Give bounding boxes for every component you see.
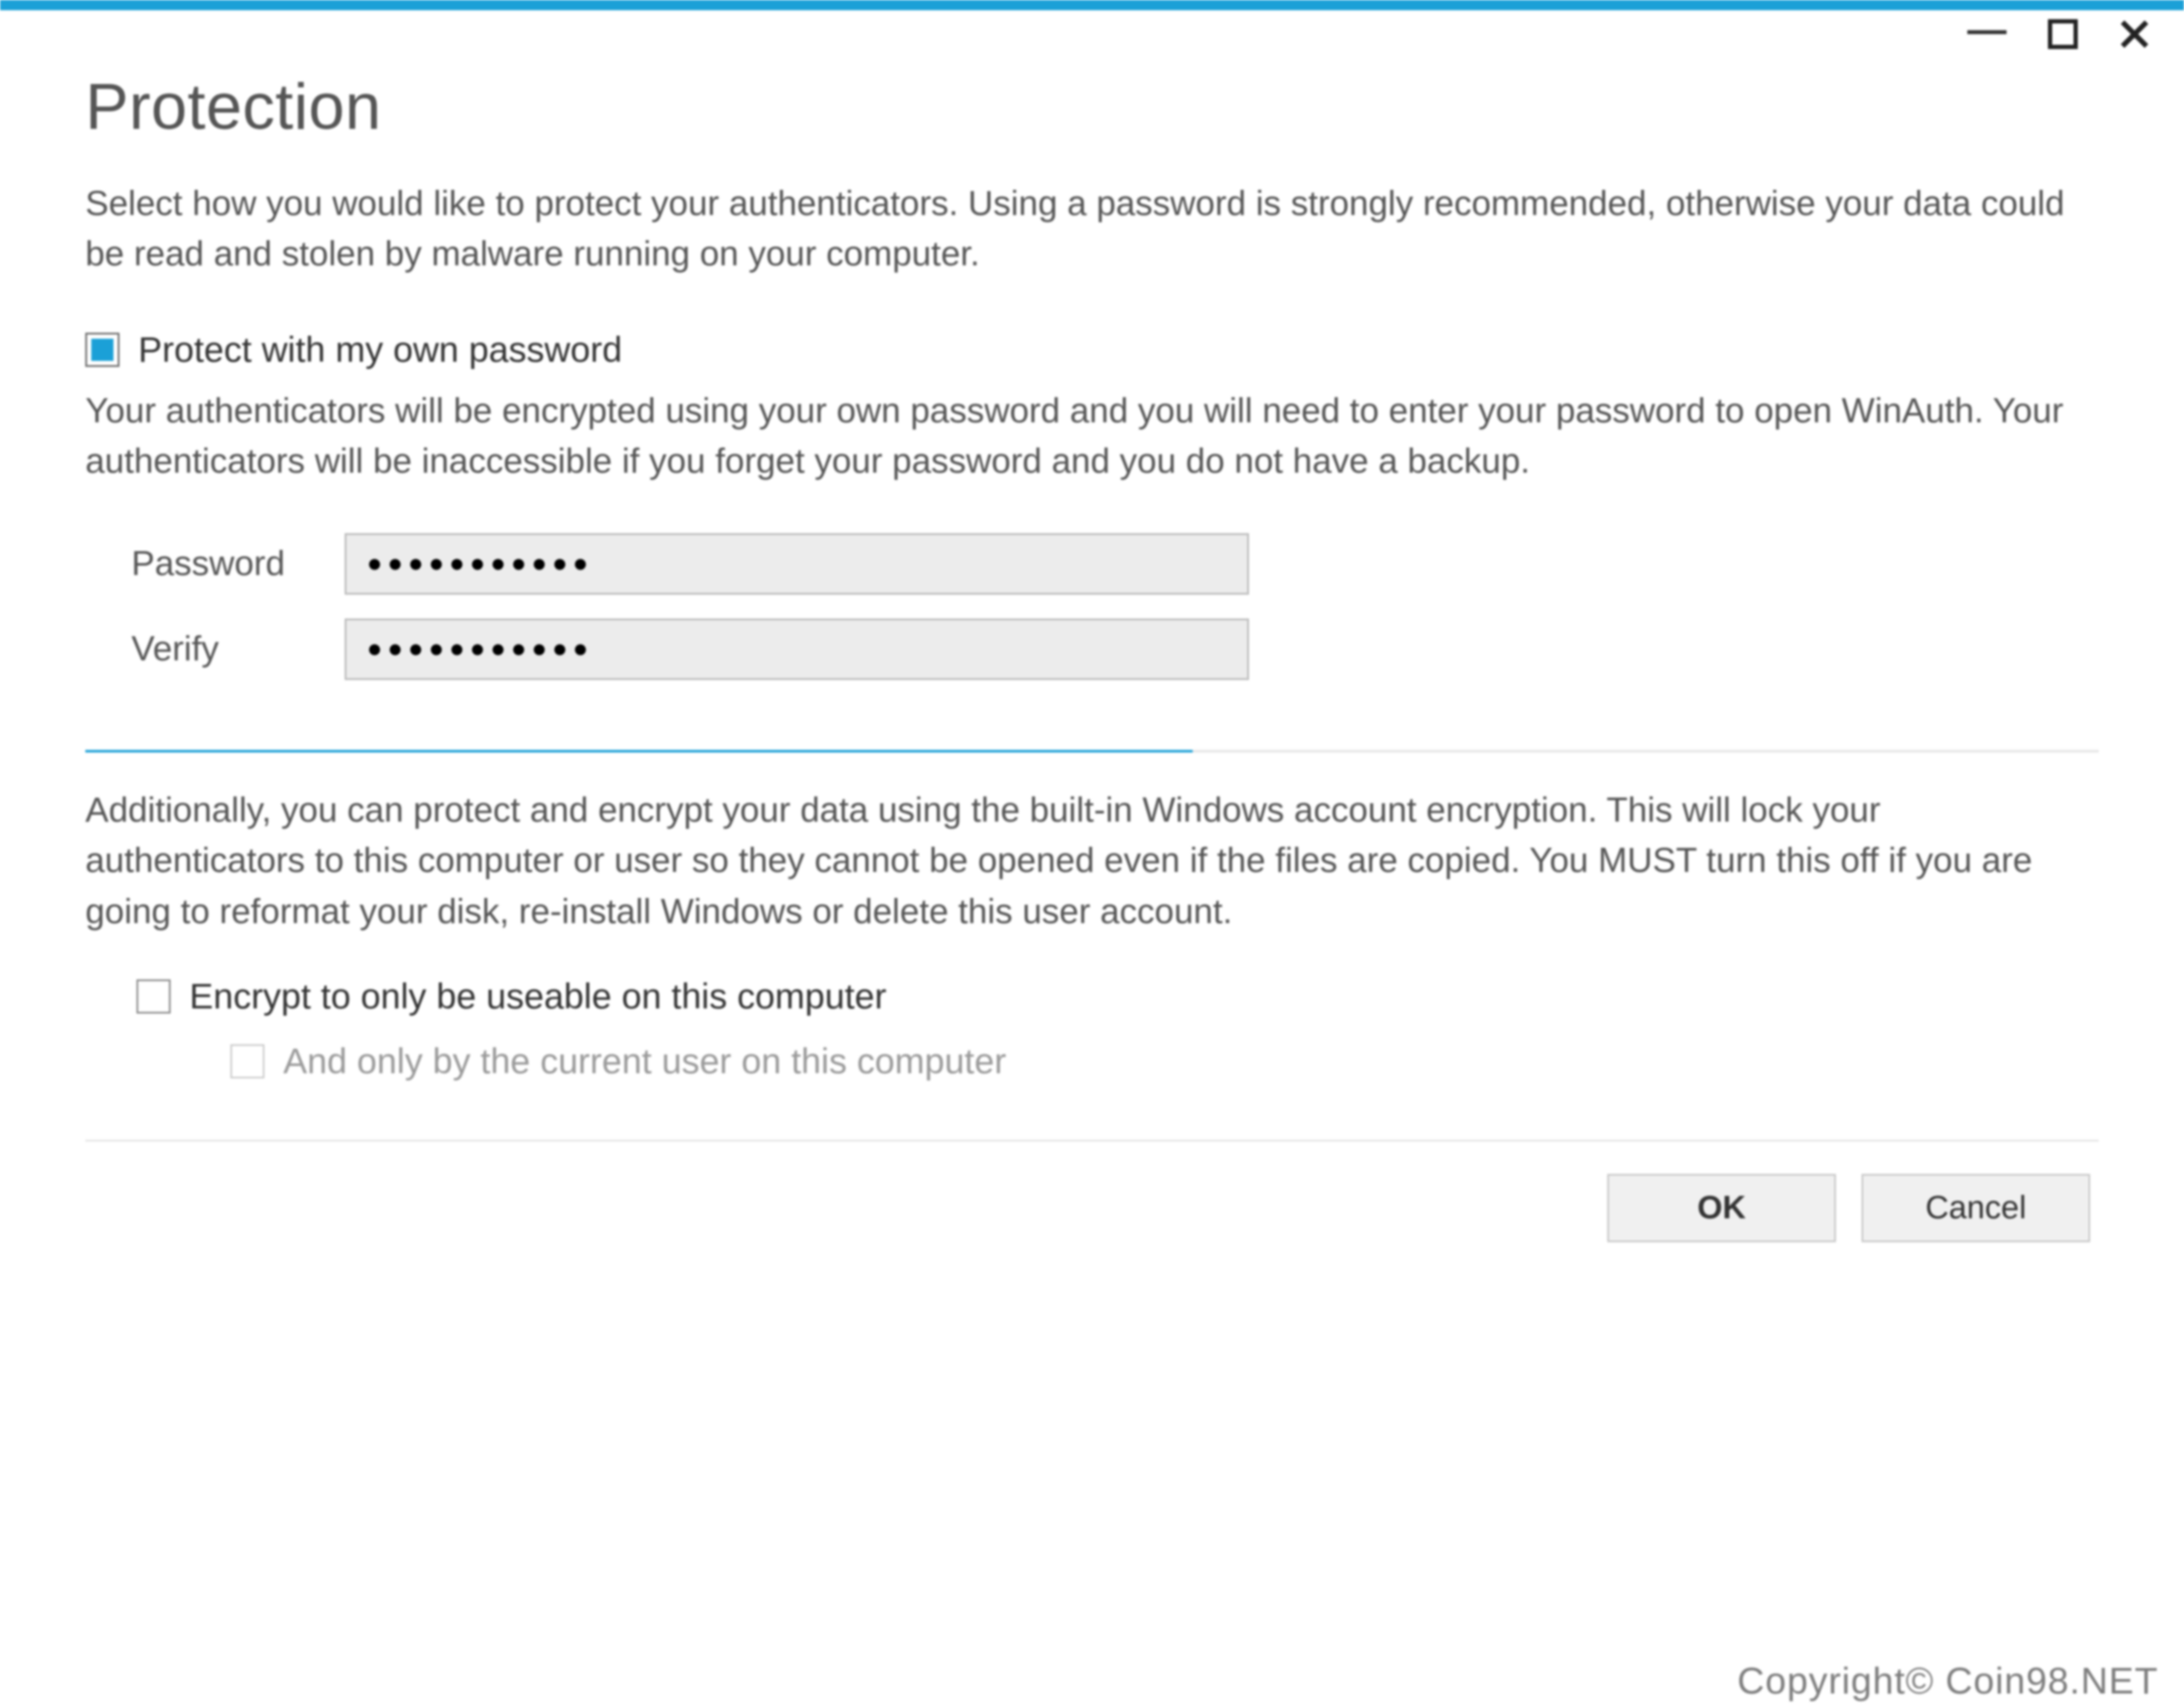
encrypt-user-label: And only by the current user on this com… (283, 1041, 1006, 1082)
ok-button[interactable]: OK (1607, 1174, 1836, 1242)
footer-divider (85, 1140, 2099, 1142)
cancel-button[interactable]: Cancel (1862, 1174, 2090, 1242)
verify-row: Verify (131, 619, 2099, 680)
close-button[interactable] (2119, 16, 2150, 55)
windows-encryption-options: Encrypt to only be useable on this compu… (85, 976, 2099, 1106)
checkbox-disabled-icon (230, 1044, 264, 1078)
minimize-button[interactable]: — (1967, 9, 2007, 49)
checkbox-unchecked-icon[interactable] (136, 979, 171, 1014)
dialog-buttons: OK Cancel (85, 1165, 2099, 1242)
password-row: Password (131, 533, 2099, 595)
encrypt-user-option: And only by the current user on this com… (136, 1041, 2099, 1082)
encrypt-computer-label: Encrypt to only be useable on this compu… (189, 976, 886, 1017)
windows-encryption-description: Additionally, you can protect and encryp… (85, 785, 2099, 937)
intro-text: Select how you would like to protect you… (85, 178, 2099, 280)
watermark-text: Copyright© Coin98.NET (1737, 1660, 2158, 1703)
password-fields: Password Verify (85, 533, 2099, 704)
protect-password-option[interactable]: Protect with my own password (85, 329, 2099, 370)
protection-dialog: — Protection Select how you would like t… (0, 0, 2184, 1708)
checkbox-checked-icon[interactable] (85, 333, 119, 367)
encrypt-computer-option[interactable]: Encrypt to only be useable on this compu… (136, 976, 2099, 1017)
section-divider (85, 750, 2099, 752)
password-input[interactable] (345, 533, 1249, 595)
password-label: Password (131, 543, 319, 584)
content-area: Protection Select how you would like to … (0, 61, 2184, 1708)
verify-input[interactable] (345, 619, 1249, 680)
page-title: Protection (85, 70, 2099, 144)
protect-password-description: Your authenticators will be encrypted us… (85, 386, 2099, 487)
accent-bar (0, 0, 2184, 10)
protect-password-label: Protect with my own password (138, 329, 622, 370)
verify-label: Verify (131, 629, 319, 669)
maximize-button[interactable] (2048, 16, 2078, 55)
titlebar: — (0, 10, 2184, 61)
